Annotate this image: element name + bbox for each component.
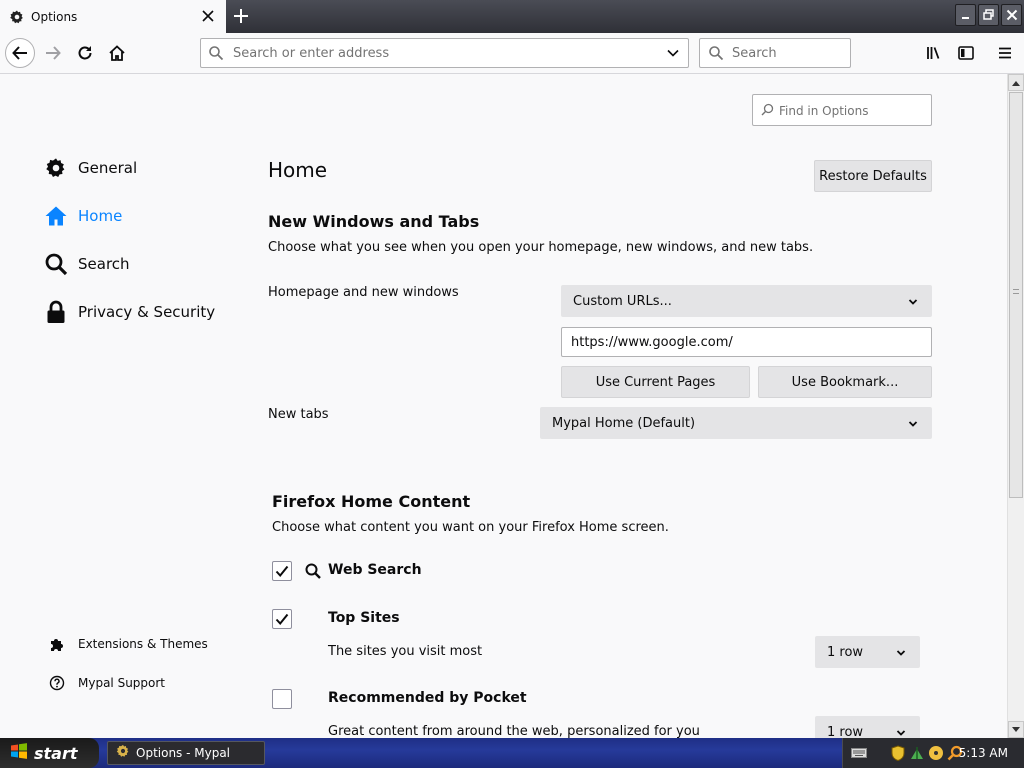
lock-icon: [44, 300, 68, 324]
taskbar-item-options[interactable]: Options - Mypal: [107, 741, 265, 765]
restore-button[interactable]: [978, 4, 999, 26]
pocket-checkbox[interactable]: [272, 689, 292, 709]
web-search-checkbox[interactable]: [272, 561, 292, 581]
help-icon: [48, 674, 66, 692]
category-label: Home: [78, 207, 123, 225]
top-sites-description: The sites you visit most: [328, 644, 483, 659]
pocket-label: Recommended by Pocket: [328, 690, 527, 706]
start-label: start: [34, 743, 78, 763]
clock: 5:13 AM: [958, 746, 1008, 760]
top-sites-checkbox[interactable]: [272, 609, 292, 629]
search-icon: [761, 103, 774, 120]
puzzle-icon: [48, 635, 66, 653]
pocket-rows-select[interactable]: 1 row: [815, 716, 920, 738]
home-icon: [44, 204, 68, 228]
chevron-down-icon: [908, 418, 918, 433]
extensions-themes-label: Extensions & Themes: [78, 637, 208, 651]
category-general[interactable]: General: [44, 154, 137, 182]
taskbar: start Options - Mypal 5:13 AM: [0, 738, 1024, 768]
support-label: Mypal Support: [78, 676, 166, 690]
chevron-down-icon: [896, 727, 906, 738]
network-icon[interactable]: [909, 745, 925, 761]
top-sites-rows-value: 1 row: [827, 644, 864, 660]
category-label: Privacy & Security: [78, 303, 216, 321]
chevron-down-icon: [908, 296, 918, 311]
search-icon: [708, 45, 724, 65]
window-close-button[interactable]: [1001, 4, 1022, 26]
vertical-scrollbar[interactable]: [1007, 74, 1024, 738]
pocket-description: Great content from around the web, perso…: [328, 724, 700, 738]
section-description: Choose what you see when you open your h…: [268, 240, 814, 255]
search-icon: [303, 561, 323, 581]
search-icon: [44, 252, 68, 276]
homepage-select[interactable]: Custom URLs...: [561, 285, 932, 317]
preferences-page: General Home Search Privacy & Security E…: [0, 74, 1007, 738]
cd-icon[interactable]: [928, 745, 944, 761]
home-button[interactable]: [102, 38, 132, 68]
homepage-label: Homepage and new windows: [268, 285, 459, 300]
gear-icon: [44, 156, 68, 180]
tab-title: Options: [31, 9, 78, 24]
web-search-label: Web Search: [328, 562, 422, 578]
tab-options[interactable]: Options: [0, 0, 226, 33]
search-input[interactable]: [732, 44, 842, 62]
category-privacy[interactable]: Privacy & Security: [44, 298, 215, 326]
sidebar-button[interactable]: [951, 38, 981, 68]
scroll-up-button[interactable]: [1008, 74, 1024, 91]
menu-button[interactable]: [990, 38, 1020, 68]
navigation-toolbar: [0, 33, 1024, 74]
url-input[interactable]: [233, 44, 653, 62]
newtabs-select-value: Mypal Home (Default): [552, 415, 696, 431]
category-search[interactable]: Search: [44, 250, 130, 278]
minimize-button[interactable]: [955, 4, 976, 26]
gear-icon: [9, 9, 25, 25]
keyboard-icon[interactable]: [851, 745, 867, 761]
top-sites-rows-select[interactable]: 1 row: [815, 636, 920, 668]
restore-defaults-button[interactable]: Restore Defaults: [814, 160, 932, 192]
section-heading-new-windows: New Windows and Tabs: [268, 212, 480, 231]
homepage-url-input[interactable]: [561, 327, 932, 357]
start-button[interactable]: start: [0, 738, 99, 768]
homepage-select-value: Custom URLs...: [573, 293, 672, 309]
use-current-pages-button[interactable]: Use Current Pages: [561, 366, 750, 398]
tab-strip: Options: [0, 0, 1024, 33]
chevron-down-icon[interactable]: [666, 46, 680, 64]
find-input[interactable]: [779, 102, 924, 120]
url-bar[interactable]: [200, 38, 689, 68]
close-icon[interactable]: [200, 8, 216, 24]
pocket-rows-value: 1 row: [827, 724, 864, 739]
shield-icon[interactable]: [890, 745, 906, 761]
category-home[interactable]: Home: [44, 202, 122, 230]
newtabs-select[interactable]: Mypal Home (Default): [540, 407, 932, 439]
system-tray: 5:13 AM: [842, 738, 1024, 768]
reload-button[interactable]: [70, 38, 100, 68]
taskbar-item-label: Options - Mypal: [136, 746, 231, 760]
use-bookmark-button[interactable]: Use Bookmark...: [758, 366, 932, 398]
section-heading-home-content: Firefox Home Content: [272, 492, 471, 511]
forward-button[interactable]: [38, 38, 68, 68]
search-bar[interactable]: [699, 38, 851, 68]
windows-logo-icon: [10, 742, 28, 764]
page-title: Home: [268, 158, 328, 182]
gear-icon: [116, 744, 130, 762]
newtabs-label: New tabs: [268, 407, 329, 422]
find-in-options[interactable]: [752, 94, 932, 126]
category-label: Search: [78, 255, 130, 273]
back-button[interactable]: [5, 38, 35, 68]
new-tab-button[interactable]: [230, 5, 252, 27]
section-description: Choose what content you want on your Fir…: [272, 520, 669, 535]
support-link[interactable]: Mypal Support: [48, 673, 165, 693]
category-label: General: [78, 159, 138, 177]
scroll-down-button[interactable]: [1008, 721, 1024, 738]
scroll-thumb[interactable]: [1009, 92, 1023, 498]
chevron-down-icon: [896, 647, 906, 662]
top-sites-label: Top Sites: [328, 610, 400, 626]
library-button[interactable]: [919, 38, 949, 68]
search-icon: [208, 45, 224, 65]
extensions-themes-link[interactable]: Extensions & Themes: [48, 634, 208, 654]
